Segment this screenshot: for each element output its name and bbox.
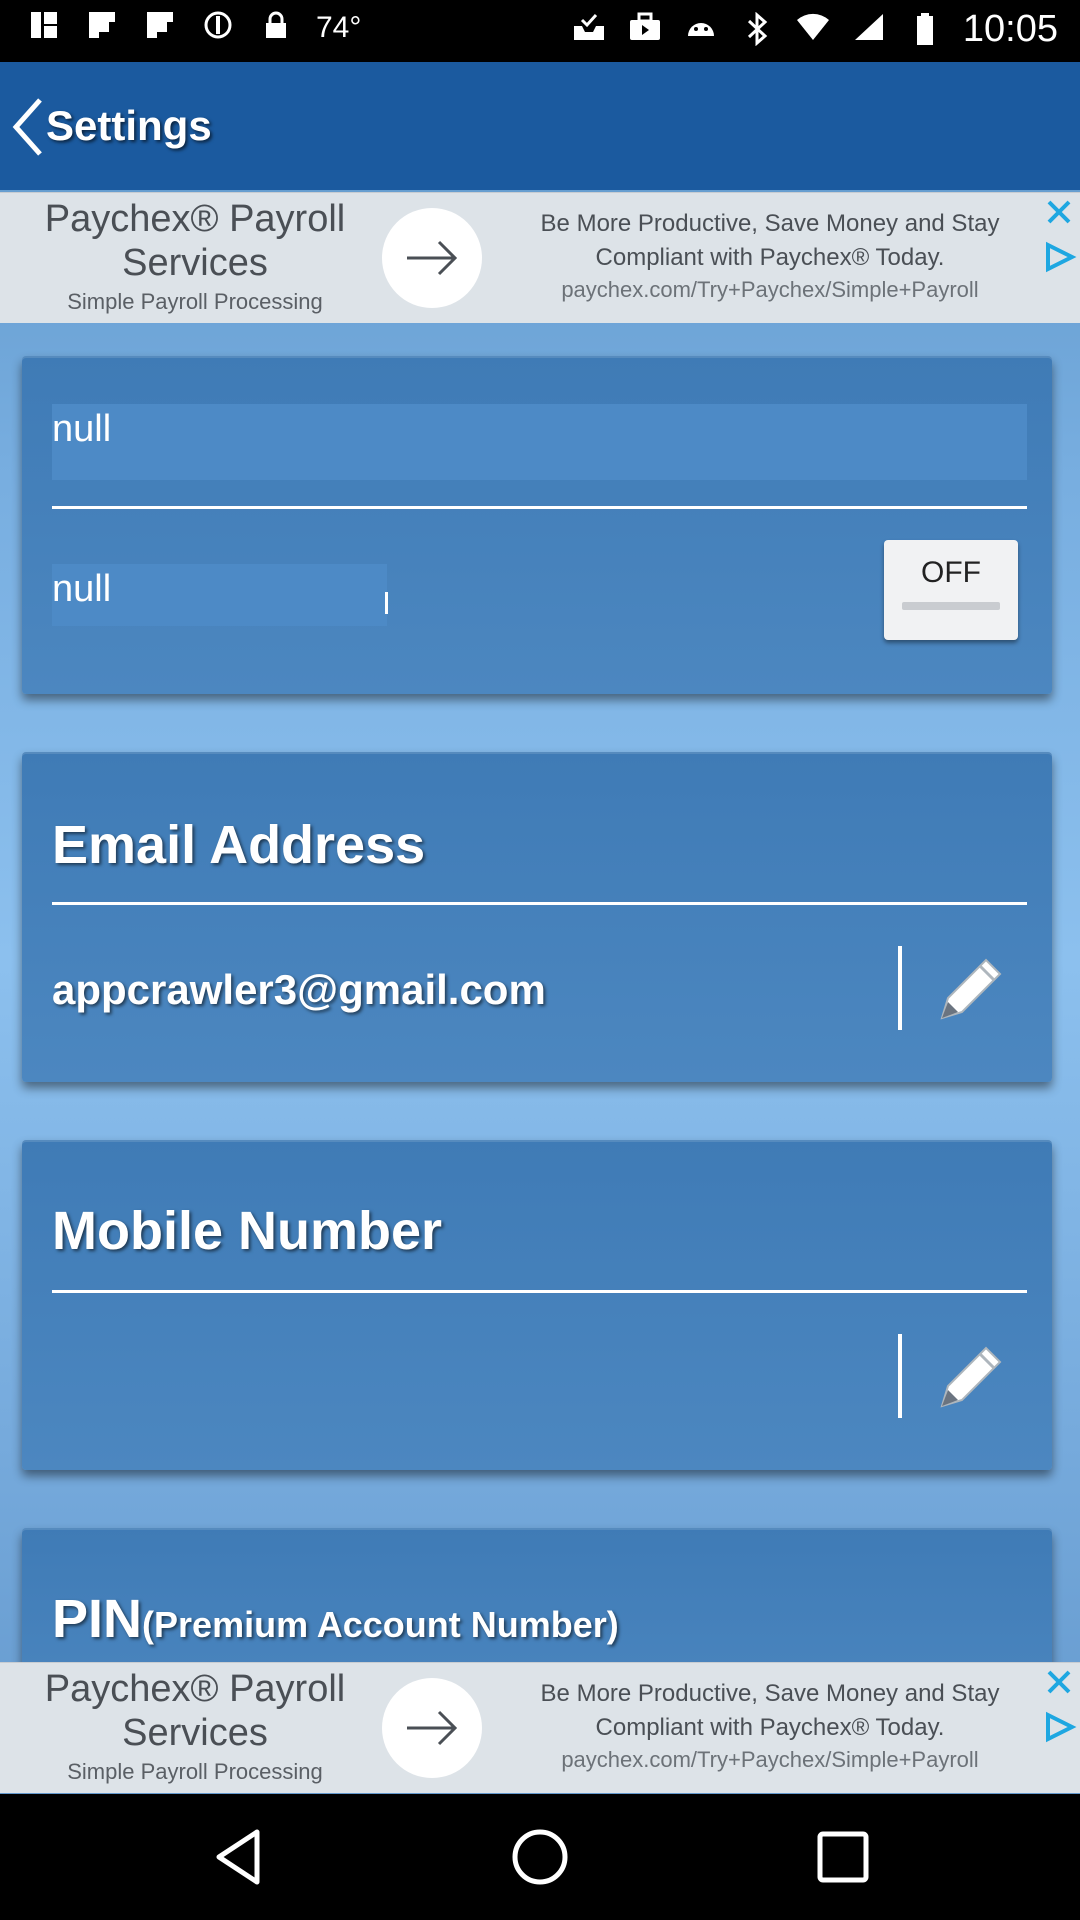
null-field-2: null <box>52 568 112 610</box>
ad-url: paychex.com/Try+Paychex/Simple+Payroll <box>561 1747 979 1772</box>
ad-title: Paychex® Payroll Services <box>44 1668 346 1754</box>
email-title: Email Address <box>52 815 426 875</box>
email-card: Email Address appcrawler3@gmail.com <box>22 752 1052 1082</box>
back-triangle-icon[interactable] <box>205 1822 275 1892</box>
battery-icon <box>907 12 943 48</box>
pin-label: PIN <box>52 1589 143 1649</box>
mobile-title: Mobile Number <box>52 1201 443 1261</box>
recents-square-icon[interactable] <box>808 1822 878 1892</box>
signal-icon <box>851 12 887 48</box>
ad-banner-top[interactable]: Paychex® Payroll Services Simple Payroll… <box>0 192 1080 323</box>
adchoices-icon[interactable] <box>1042 241 1078 273</box>
email-separator <box>898 946 902 1030</box>
off-toggle-label: OFF <box>921 556 981 589</box>
app-bar: Settings <box>0 62 1080 190</box>
toggle-indicator <box>902 602 1000 610</box>
settings-card-1: null null OFF <box>22 356 1052 694</box>
home-circle-icon[interactable] <box>505 1822 575 1892</box>
email-value: appcrawler3@gmail.com <box>52 966 546 1013</box>
status-left-icons: 74° <box>26 10 361 46</box>
ad-arrow-button[interactable] <box>382 208 482 308</box>
ad-body-text: Be More Productive, Save Money and Stay … <box>540 1680 1000 1741</box>
page-title: Settings <box>46 102 212 149</box>
mobile-card: Mobile Number <box>22 1140 1052 1470</box>
flipboard-icon <box>84 10 120 46</box>
arrow-right-icon <box>407 240 458 276</box>
pin-title: PIN(Premium Account Number) <box>52 1588 619 1650</box>
ad-banner-bottom[interactable]: Paychex® Payroll Services Simple Payroll… <box>0 1662 1080 1793</box>
ad-title: Paychex® Payroll Services <box>44 198 346 284</box>
text-cursor <box>385 592 388 614</box>
ad-body-text: Be More Productive, Save Money and Stay … <box>540 210 1000 271</box>
edit-email-pencil-icon[interactable] <box>934 950 1010 1026</box>
arrow-right-icon <box>407 1710 458 1746</box>
bluetooth-icon <box>739 11 775 48</box>
briefcase-icon <box>627 12 663 48</box>
status-bar: 74° 10:05 <box>0 0 1080 62</box>
ad-arrow-button[interactable] <box>382 1678 482 1778</box>
ad-subtitle: Simple Payroll Processing <box>67 1759 323 1784</box>
ad-close-icon[interactable] <box>1044 1667 1074 1697</box>
adchoices-icon[interactable] <box>1042 1711 1078 1743</box>
pin-subtitle: (Premium Account Number) <box>142 1604 619 1645</box>
photo-icon <box>26 10 62 46</box>
flipboard-icon <box>142 10 178 46</box>
temperature: 74° <box>316 11 362 44</box>
ad-close-icon[interactable] <box>1044 197 1074 227</box>
ad-url: paychex.com/Try+Paychex/Simple+Payroll <box>561 277 979 302</box>
card1-divider <box>52 506 1027 509</box>
pinwheel-icon <box>200 10 236 46</box>
off-toggle[interactable]: OFF <box>884 540 1018 640</box>
mobile-divider <box>52 1290 1027 1293</box>
edit-mobile-pencil-icon[interactable] <box>934 1338 1010 1414</box>
android-icon <box>683 12 719 48</box>
system-nav-bar <box>0 1794 1080 1920</box>
null-field-1-box[interactable] <box>52 404 1027 480</box>
mobile-separator <box>898 1334 902 1418</box>
null-field-1: null <box>52 408 112 450</box>
status-right-icons: 10:05 <box>571 8 1058 51</box>
ad-subtitle: Simple Payroll Processing <box>67 289 323 314</box>
inbox-check-icon <box>571 12 607 48</box>
clock: 10:05 <box>962 8 1058 50</box>
email-divider <box>52 902 1027 905</box>
wifi-icon <box>795 12 831 48</box>
lock-icon <box>258 10 294 46</box>
